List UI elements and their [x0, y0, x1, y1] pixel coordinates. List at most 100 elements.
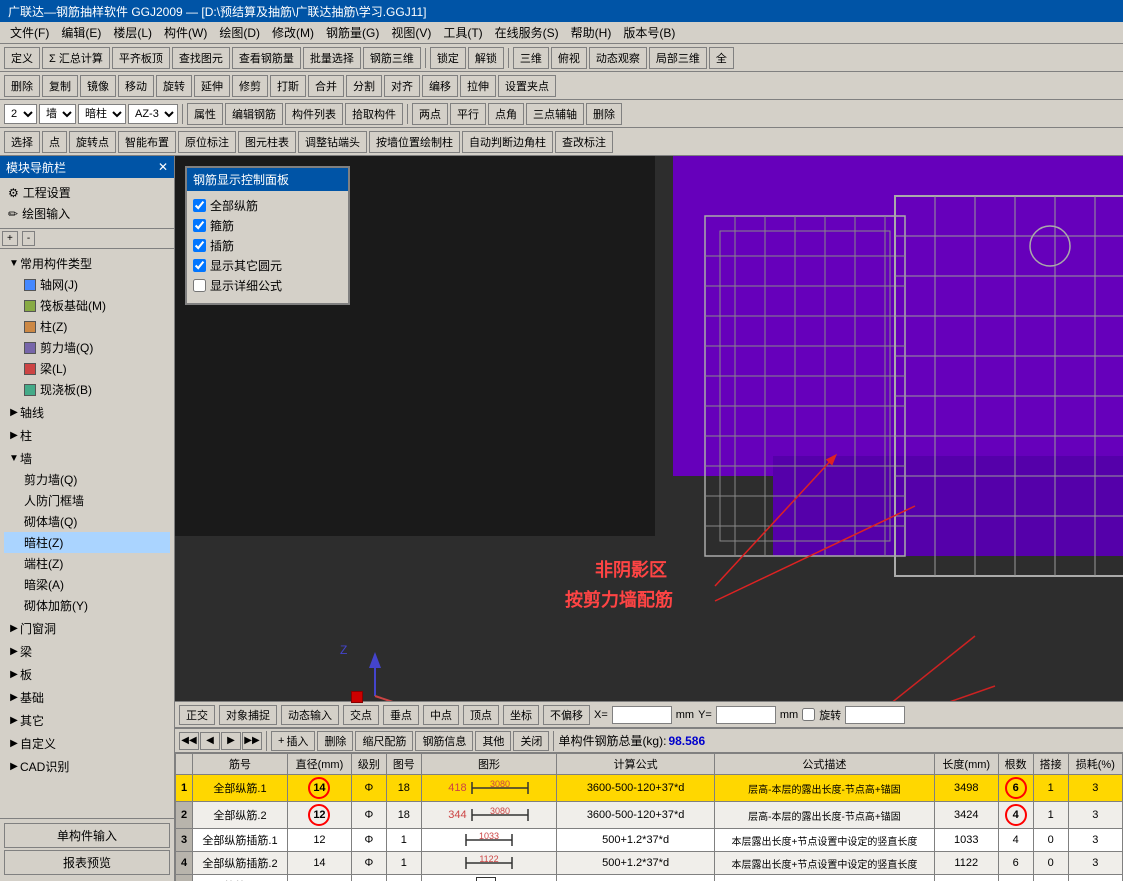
- sidebar-item-masonry-rebar[interactable]: 砌体加筋(Y): [4, 595, 170, 616]
- btn-scale-rebar[interactable]: 缩尺配筋: [355, 731, 413, 751]
- sidebar-foundation-header[interactable]: ▶ 基础: [4, 687, 170, 708]
- rotate-checkbox[interactable]: [802, 708, 815, 721]
- btn-report-preview[interactable]: 报表预览: [4, 850, 170, 875]
- btn-auto-corner[interactable]: 自动判断边角柱: [462, 131, 553, 153]
- menu-element[interactable]: 构件(W): [158, 22, 213, 43]
- checkbox-show-other[interactable]: 显示其它圆元: [193, 257, 342, 274]
- checkbox-stirrup[interactable]: 箍筋: [193, 217, 342, 234]
- sidebar-wall-header[interactable]: ▼ 墙: [4, 448, 170, 469]
- btn-draw-by-wall[interactable]: 按墙位置绘制柱: [369, 131, 460, 153]
- btn-lock[interactable]: 锁定: [430, 47, 466, 69]
- btn-stretch[interactable]: 拉伸: [460, 75, 496, 97]
- sidebar-item-slab[interactable]: 现浇板(B): [4, 379, 170, 400]
- menu-edit[interactable]: 编辑(E): [55, 22, 107, 43]
- btn-mirror[interactable]: 镜像: [80, 75, 116, 97]
- sidebar-cad-header[interactable]: ▶ CAD识别: [4, 756, 170, 777]
- status-btn-coord[interactable]: 坐标: [503, 705, 539, 725]
- btn-nav-next[interactable]: ▶: [221, 732, 241, 750]
- checkbox-detail-formula-input[interactable]: [193, 279, 206, 292]
- btn-close-rebar[interactable]: 关闭: [513, 731, 549, 751]
- menu-modify[interactable]: 修改(M): [266, 22, 320, 43]
- btn-merge[interactable]: 合并: [308, 75, 344, 97]
- sidebar-common-header[interactable]: ▼ 常用构件类型: [4, 253, 170, 274]
- btn-local-3d[interactable]: 局部三维: [649, 47, 707, 69]
- sidebar-item-civil-wall[interactable]: 人防门框墙: [4, 490, 170, 511]
- btn-single-element[interactable]: 单构件输入: [4, 823, 170, 848]
- table-row[interactable]: 2全部纵筋.212Φ18344 30803600-500-120+37*d层高-…: [176, 802, 1123, 829]
- btn-nav-last[interactable]: ▶▶: [242, 732, 262, 750]
- checkbox-insert[interactable]: 插筋: [193, 237, 342, 254]
- status-btn-noshift[interactable]: 不偏移: [543, 705, 590, 725]
- sidebar-drawing-input[interactable]: ✏ 绘图输入: [4, 203, 170, 224]
- btn-nav-prev[interactable]: ◀: [200, 732, 220, 750]
- btn-rebar-3d[interactable]: 钢筋三维: [363, 47, 421, 69]
- sidebar-expand-all[interactable]: +: [2, 231, 18, 246]
- btn-unlock[interactable]: 解锁: [468, 47, 504, 69]
- sidebar-item-column[interactable]: 柱(Z): [4, 316, 170, 337]
- menu-file[interactable]: 文件(F): [4, 22, 55, 43]
- btn-delete-aux[interactable]: 删除: [586, 103, 622, 125]
- menu-rebar[interactable]: 钢筋量(G): [320, 22, 385, 43]
- btn-batch-select[interactable]: 批量选择: [303, 47, 361, 69]
- menu-help[interactable]: 帮助(H): [565, 22, 618, 43]
- btn-break[interactable]: 打斯: [270, 75, 306, 97]
- btn-select[interactable]: 选择: [4, 131, 40, 153]
- btn-move[interactable]: 移动: [118, 75, 154, 97]
- btn-trim[interactable]: 修剪: [232, 75, 268, 97]
- btn-point-angle[interactable]: 点角: [488, 103, 524, 125]
- table-row[interactable]: 3全部纵筋插筋.112Φ11033500+1.2*37*d本层露出长度+节点设置…: [176, 829, 1123, 852]
- menu-version[interactable]: 版本号(B): [617, 22, 681, 43]
- btn-check-mark[interactable]: 查改标注: [555, 131, 613, 153]
- sidebar-slab-header[interactable]: ▶ 板: [4, 664, 170, 685]
- cad-viewport[interactable]: 钢筋显示控制面板 全部纵筋 箍筋 插筋: [175, 156, 1123, 701]
- status-btn-osnap[interactable]: 对象捕捉: [219, 705, 277, 725]
- btn-find[interactable]: 查找图元: [172, 47, 230, 69]
- checkbox-show-other-input[interactable]: [193, 259, 206, 272]
- sidebar-other-header[interactable]: ▶ 其它: [4, 710, 170, 731]
- btn-pick-element[interactable]: 拾取构件: [345, 103, 403, 125]
- sidebar-door-header[interactable]: ▶ 门窗洞: [4, 618, 170, 639]
- rebar-table-container[interactable]: 筋号 直径(mm) 级别 图号 图形 计算公式 公式描述 长度(mm) 根数 搭…: [175, 753, 1123, 881]
- y-input[interactable]: [716, 706, 776, 724]
- table-row[interactable]: 4全部纵筋插筋.214Φ11122500+1.2*37*d本层露出长度+节点设置…: [176, 852, 1123, 875]
- sidebar-item-axis[interactable]: 轴网(J): [4, 274, 170, 295]
- btn-rebar-info[interactable]: 钢筋信息: [415, 731, 473, 751]
- sidebar-item-darkcolumn[interactable]: 暗柱(Z): [4, 532, 170, 553]
- btn-rotate[interactable]: 旋转: [156, 75, 192, 97]
- layer-selector[interactable]: 2: [4, 104, 37, 124]
- btn-nav-first[interactable]: ◀◀: [179, 732, 199, 750]
- sidebar-item-shearwall[interactable]: 剪力墙(Q): [4, 337, 170, 358]
- btn-floor-align[interactable]: 平齐板顶: [112, 47, 170, 69]
- status-btn-vertex[interactable]: 顶点: [463, 705, 499, 725]
- btn-insert-rebar[interactable]: + 插入: [271, 731, 315, 751]
- table-row[interactable]: 1全部纵筋.114Φ18418 30803600-500-120+37*d层高-…: [176, 775, 1123, 802]
- sidebar-axis-header[interactable]: ▶ 轴线: [4, 402, 170, 423]
- btn-delete-rebar[interactable]: 删除: [317, 731, 353, 751]
- element-id-selector[interactable]: AZ-3: [128, 104, 178, 124]
- btn-in-situ-mark[interactable]: 原位标注: [178, 131, 236, 153]
- checkbox-detail-formula[interactable]: 显示详细公式: [193, 277, 342, 294]
- sidebar-settings[interactable]: ⚙ 工程设置: [4, 182, 170, 203]
- btn-dynamic-observe[interactable]: 动态观察: [589, 47, 647, 69]
- checkbox-insert-input[interactable]: [193, 239, 206, 252]
- table-row[interactable]: 5箍筋.112Φ195399 1602*(160+399)+2*(11.9*d)…: [176, 875, 1123, 881]
- btn-other[interactable]: 其他: [475, 731, 511, 751]
- btn-element-list[interactable]: 构件列表: [285, 103, 343, 125]
- btn-edit-rebar[interactable]: 编辑钢筋: [225, 103, 283, 125]
- menu-draw[interactable]: 绘图(D): [213, 22, 266, 43]
- btn-topview[interactable]: 俯视: [551, 47, 587, 69]
- sidebar-item-masonry[interactable]: 砌体墙(Q): [4, 511, 170, 532]
- checkbox-all-longi[interactable]: 全部纵筋: [193, 197, 342, 214]
- btn-smart-place[interactable]: 智能布置: [118, 131, 176, 153]
- btn-define[interactable]: 定义: [4, 47, 40, 69]
- sidebar-custom-header[interactable]: ▶ 自定义: [4, 733, 170, 754]
- sidebar-close-icon[interactable]: ✕: [158, 160, 168, 174]
- btn-3d[interactable]: 三维: [513, 47, 549, 69]
- btn-column-table[interactable]: 图元柱表: [238, 131, 296, 153]
- status-btn-perp[interactable]: 垂点: [383, 705, 419, 725]
- menu-online[interactable]: 在线服务(S): [489, 22, 565, 43]
- sidebar-item-endcolumn[interactable]: 端柱(Z): [4, 553, 170, 574]
- rotate-input[interactable]: 0.000: [845, 706, 905, 724]
- canvas-area[interactable]: 钢筋显示控制面板 全部纵筋 箍筋 插筋: [175, 156, 1123, 881]
- btn-extend[interactable]: 延伸: [194, 75, 230, 97]
